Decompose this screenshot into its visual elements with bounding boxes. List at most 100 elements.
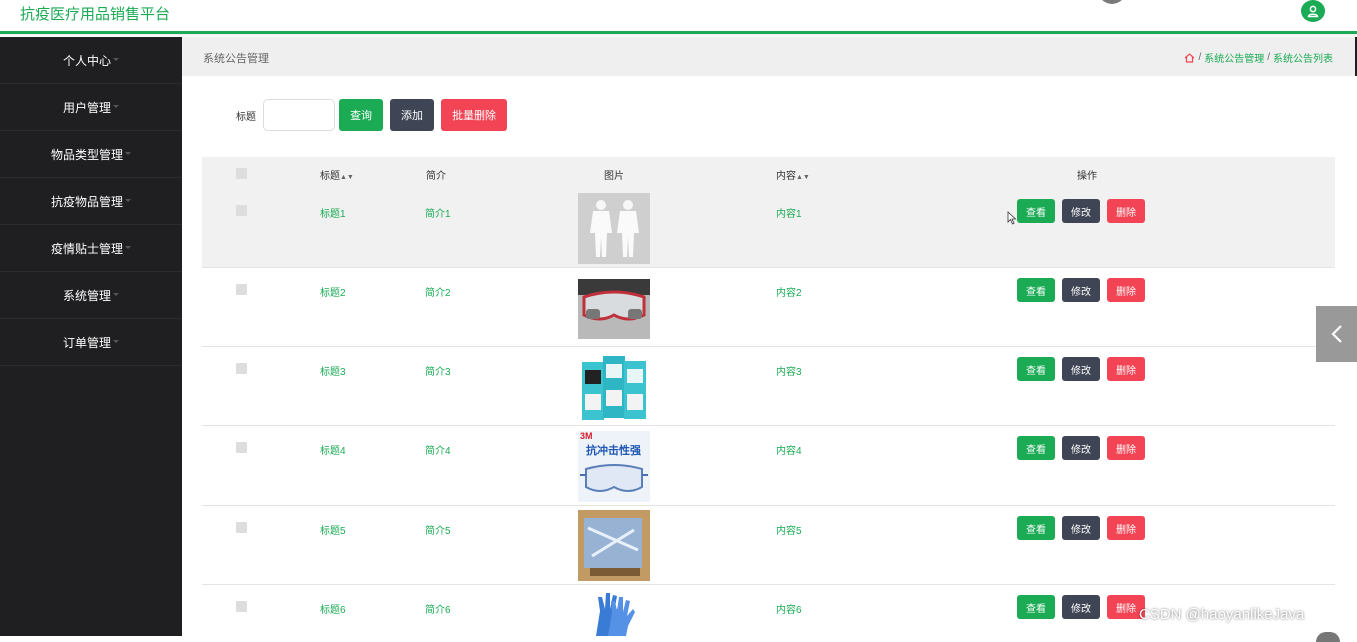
row-actions: 查看 修改 删除	[1017, 357, 1145, 381]
mouse-cursor-icon	[1007, 211, 1017, 225]
delete-button[interactable]: 删除	[1107, 199, 1145, 223]
sidebar-item-label: 用户管理	[62, 100, 111, 115]
table-row[interactable]: 标题4 简介4 3M 抗冲击性强 内容4 查看 修改 删除	[202, 426, 1335, 506]
delete-button[interactable]: 删除	[1107, 278, 1145, 302]
sidebar-item-label: 订单管理	[62, 335, 111, 350]
view-button[interactable]: 查看	[1017, 278, 1055, 302]
row-intro: 简介1	[425, 209, 451, 220]
search-bar: 标题 查询 添加 批量删除	[236, 99, 507, 131]
query-button[interactable]: 查询	[339, 99, 383, 131]
row-actions: 查看 修改 删除	[1017, 199, 1145, 223]
sidebar-item-users[interactable]: 用户管理	[0, 84, 182, 131]
user-icon[interactable]	[1301, 0, 1325, 22]
gloves-image	[578, 589, 650, 636]
top-header: 抗疫医疗用品销售平台	[0, 0, 1357, 34]
sidebar-item-orders[interactable]: 订单管理	[0, 319, 182, 366]
app-title: 抗疫医疗用品销售平台	[20, 6, 171, 23]
delete-button[interactable]: 删除	[1107, 516, 1145, 540]
row-title: 标题2	[320, 288, 346, 299]
table-header: 标题▲▼ 简介 图片 内容▲▼ 操作	[202, 157, 1335, 189]
chevron-down-icon	[125, 151, 131, 155]
row-actions: 查看 修改 删除	[1017, 595, 1145, 619]
edit-button[interactable]: 修改	[1062, 278, 1100, 302]
sidebar-item-personal[interactable]: 个人中心	[0, 37, 182, 84]
row-actions: 查看 修改 删除	[1017, 436, 1145, 460]
breadcrumb-separator: /	[1198, 52, 1202, 63]
table-row[interactable]: 标题1 简介1 内容1 查看 修改 删除	[202, 189, 1335, 268]
row-checkbox[interactable]	[236, 442, 247, 453]
row-checkbox[interactable]	[236, 363, 247, 374]
edit-button[interactable]: 修改	[1062, 357, 1100, 381]
view-button[interactable]: 查看	[1017, 595, 1055, 619]
row-title: 标题6	[320, 605, 346, 616]
batch-delete-button[interactable]: 批量删除	[441, 99, 507, 131]
row-content: 内容2	[776, 288, 802, 299]
main-content: 系统公告管理 / 系统公告管理 / 系统公告列表 标题 查询 添加 批量删除 标…	[182, 37, 1357, 636]
breadcrumb-bar: 系统公告管理 / 系统公告管理 / 系统公告列表	[182, 37, 1357, 76]
table-row[interactable]: 标题2 简介2 内容2 查看 修改 删除	[202, 268, 1335, 347]
header-content[interactable]: 内容▲▼	[776, 167, 810, 182]
row-intro: 简介4	[425, 446, 451, 457]
table-row[interactable]: 标题5 简介5 内容5 查看 修改 删除	[202, 506, 1335, 585]
protective-suit-image	[578, 193, 650, 264]
view-button[interactable]: 查看	[1017, 199, 1055, 223]
add-button[interactable]: 添加	[390, 99, 434, 131]
row-title: 标题3	[320, 367, 346, 378]
row-checkbox[interactable]	[236, 601, 247, 612]
header-actions: 操作	[1077, 171, 1097, 182]
row-content: 内容1	[776, 209, 802, 220]
edit-button[interactable]: 修改	[1062, 595, 1100, 619]
breadcrumb: / 系统公告管理 / 系统公告列表	[1184, 50, 1333, 65]
announcement-table: 标题▲▼ 简介 图片 内容▲▼ 操作 标题1 简介1 内容1 查看 修改 删除 …	[202, 157, 1335, 636]
row-checkbox[interactable]	[236, 522, 247, 533]
row-actions: 查看 修改 删除	[1017, 278, 1145, 302]
row-title: 标题1	[320, 209, 346, 220]
sidebar: 个人中心 用户管理 物品类型管理 抗疫物品管理 疫情贴士管理 系统管理 订单管理	[0, 37, 182, 636]
row-content: 内容5	[776, 526, 802, 537]
row-content: 内容6	[776, 605, 802, 616]
row-intro: 简介5	[425, 526, 451, 537]
edit-button[interactable]: 修改	[1062, 199, 1100, 223]
sort-icon: ▲▼	[796, 174, 810, 181]
row-checkbox[interactable]	[236, 205, 247, 216]
delete-button[interactable]: 删除	[1107, 436, 1145, 460]
brand-logo-text: 3M	[580, 431, 593, 441]
delete-button[interactable]: 删除	[1107, 357, 1145, 381]
breadcrumb-item[interactable]: 系统公告管理	[1204, 50, 1264, 65]
sidebar-item-label: 个人中心	[62, 53, 111, 68]
home-icon[interactable]	[1184, 52, 1195, 63]
collapse-panel-button[interactable]	[1316, 306, 1357, 362]
sidebar-item-label: 抗疫物品管理	[50, 194, 123, 209]
edit-button[interactable]: 修改	[1062, 436, 1100, 460]
user-glyph-icon	[1307, 5, 1319, 18]
chevron-left-icon	[1330, 325, 1342, 343]
row-intro: 简介2	[425, 288, 451, 299]
row-content: 内容4	[776, 446, 802, 457]
table-row[interactable]: 标题3 简介3 内容3 查看 修改 删除	[202, 347, 1335, 426]
view-button[interactable]: 查看	[1017, 436, 1055, 460]
chevron-down-icon	[125, 198, 131, 202]
chevron-down-icon	[113, 104, 119, 108]
sidebar-item-tips[interactable]: 疫情贴士管理	[0, 225, 182, 272]
breadcrumb-separator: /	[1267, 52, 1270, 63]
view-button[interactable]: 查看	[1017, 516, 1055, 540]
breadcrumb-item[interactable]: 系统公告列表	[1273, 50, 1333, 65]
chevron-down-icon	[113, 292, 119, 296]
title-search-input[interactable]	[263, 99, 335, 131]
sidebar-item-item-types[interactable]: 物品类型管理	[0, 131, 182, 178]
row-checkbox[interactable]	[236, 284, 247, 295]
search-label: 标题	[236, 111, 256, 123]
row-intro: 简介6	[425, 605, 451, 616]
header-image: 图片	[604, 171, 624, 182]
select-all-checkbox[interactable]	[236, 168, 247, 179]
sidebar-item-supplies[interactable]: 抗疫物品管理	[0, 178, 182, 225]
back-to-top-button[interactable]	[1316, 632, 1340, 642]
header-title[interactable]: 标题▲▼	[320, 167, 354, 182]
sidebar-item-system[interactable]: 系统管理	[0, 272, 182, 319]
edit-button[interactable]: 修改	[1062, 516, 1100, 540]
chevron-down-icon	[113, 57, 119, 61]
sidebar-item-label: 物品类型管理	[50, 147, 123, 162]
row-title: 标题4	[320, 446, 346, 457]
view-button[interactable]: 查看	[1017, 357, 1055, 381]
masks-image	[578, 352, 650, 423]
